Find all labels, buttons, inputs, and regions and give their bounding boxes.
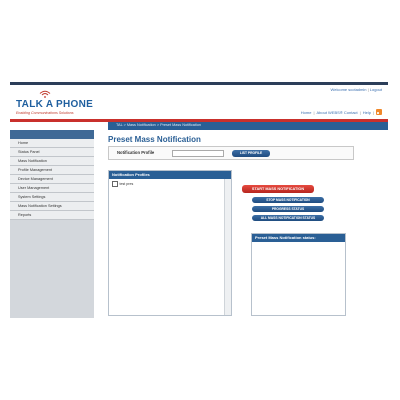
app-frame: TALK A PHONE Enabling Communications Sol… xyxy=(10,82,388,318)
top-nav: Home | About WEBS® Contact | Help | xyxy=(301,109,382,115)
sidebar-item-reports[interactable]: Reports xyxy=(10,211,94,220)
signal-waves-icon xyxy=(39,90,51,98)
notification-profile-input[interactable] xyxy=(172,150,224,157)
welcome-bar: Welcome scotadmin | Logout xyxy=(330,87,382,92)
profiles-panel: Notification Profiles test pres xyxy=(108,170,232,316)
rss-icon[interactable] xyxy=(376,109,382,115)
sidebar-item-home[interactable]: Home xyxy=(10,139,94,148)
sidebar-header xyxy=(10,130,94,139)
sidebar: Home Status Panel Mass Notification Prof… xyxy=(10,130,94,318)
profile-checkbox[interactable] xyxy=(112,181,118,187)
progress-status-button[interactable]: PROGRESS STATUS xyxy=(252,206,324,212)
profile-selector: Notification Profile LIST PROFILE xyxy=(108,146,354,160)
profiles-panel-title: Notification Profiles xyxy=(109,171,231,179)
list-profile-button[interactable]: LIST PROFILE xyxy=(232,150,270,157)
logo[interactable]: TALK A PHONE Enabling Communications Sol… xyxy=(16,89,106,119)
start-mass-notification-button[interactable]: START MASS NOTIFICATION xyxy=(242,185,314,193)
sidebar-item-mass-notification[interactable]: Mass Notification xyxy=(10,157,94,166)
home-link[interactable]: Home xyxy=(301,110,312,115)
about-contact-link[interactable]: About WEBS® Contact xyxy=(316,110,357,115)
profile-label: test pres xyxy=(119,181,134,186)
status-panel-title: Preset Mass Notification status: xyxy=(252,234,345,242)
sidebar-item-system-settings[interactable]: System Settings xyxy=(10,193,94,202)
sidebar-item-device-management[interactable]: Device Management xyxy=(10,175,94,184)
notification-profile-label: Notification Profile xyxy=(117,150,155,155)
brand-tagline: Enabling Communications Solutions xyxy=(16,111,74,115)
sidebar-item-profile-management[interactable]: Profile Management xyxy=(10,166,94,175)
sidebar-item-status-panel[interactable]: Status Panel xyxy=(10,148,94,157)
sidebar-item-user-management[interactable]: User Management xyxy=(10,184,94,193)
sidebar-menu: Home Status Panel Mass Notification Prof… xyxy=(10,139,94,220)
status-panel: Preset Mass Notification status: xyxy=(251,233,346,316)
main-content: Preset Mass Notification Notification Pr… xyxy=(108,130,388,318)
all-mass-notification-status-button[interactable]: ALL MASS NOTIFICATION STATUS xyxy=(252,215,324,221)
help-link[interactable]: Help xyxy=(363,110,371,115)
profiles-scrollbar[interactable] xyxy=(224,179,231,315)
stop-mass-notification-button[interactable]: STOP MASS NOTIFICATION xyxy=(252,197,324,203)
brand-name: TALK A PHONE xyxy=(16,99,94,110)
breadcrumb-bar: TAL > Mass Notification > Preset Mass No… xyxy=(108,122,388,130)
breadcrumb[interactable]: TAL > Mass Notification > Preset Mass No… xyxy=(116,123,201,127)
logout-link[interactable]: Logout xyxy=(370,87,382,92)
sidebar-item-mass-notification-settings[interactable]: Mass Notification Settings xyxy=(10,202,94,211)
header: TALK A PHONE Enabling Communications Sol… xyxy=(10,85,388,119)
list-item[interactable]: test pres xyxy=(112,181,133,187)
welcome-text: Welcome scotadmin xyxy=(330,87,367,92)
page-title: Preset Mass Notification xyxy=(108,135,201,144)
